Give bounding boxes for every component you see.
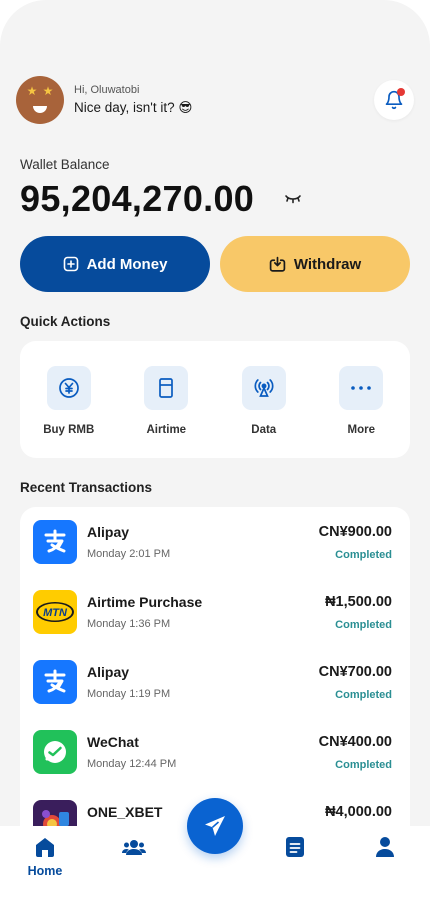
star-eye-icon: ★ [42, 84, 54, 98]
wechat-logo [33, 730, 77, 774]
transaction-name: ONE_XBET [87, 804, 163, 820]
phone-icon [144, 366, 189, 410]
wallet-balance-amount: 95,204,270.00 [20, 178, 255, 219]
quick-actions-card: Buy RMB Airtime Data More [20, 341, 410, 458]
transaction-row[interactable]: MTN Airtime Purchase Monday 1:36 PM ₦1,5… [20, 590, 410, 646]
greeting-message: Nice day, isn't it? 😎 [74, 100, 193, 115]
avatar[interactable]: ★ ★ [16, 76, 64, 124]
send-icon [205, 816, 225, 836]
nav-profile[interactable] [355, 836, 415, 858]
transaction-time: Monday 12:44 PM [87, 758, 177, 770]
quick-action-airtime[interactable]: Airtime [126, 366, 206, 436]
quick-action-label: Buy RMB [43, 424, 95, 436]
nav-home-label: Home [27, 864, 63, 878]
transaction-amount: ₦4,000.00 [325, 804, 392, 820]
transaction-time: Monday 2:01 PM [87, 548, 171, 560]
notification-badge [397, 88, 405, 96]
transaction-name: Alipay [87, 664, 130, 680]
nav-home[interactable]: Home [15, 836, 75, 878]
transaction-name: Alipay [87, 524, 130, 540]
transaction-row[interactable]: Alipay Monday 1:19 PM CN¥700.00 Complete… [20, 660, 410, 716]
hide-balance-icon[interactable] [284, 193, 302, 205]
quick-action-more[interactable]: More [321, 366, 401, 436]
quick-action-data[interactable]: Data [224, 366, 304, 436]
transaction-amount: ₦1,500.00 [325, 594, 392, 610]
transaction-status: Completed [335, 619, 392, 631]
document-icon [286, 837, 304, 857]
quick-action-label: More [347, 424, 375, 436]
transaction-time: Monday 1:36 PM [87, 618, 171, 630]
transaction-time: Monday 1:19 PM [87, 688, 171, 700]
recent-transactions-title: Recent Transactions [20, 480, 153, 495]
transaction-name: Airtime Purchase [87, 594, 203, 610]
more-dots-icon [339, 366, 384, 410]
quick-action-buy-rmb[interactable]: Buy RMB [29, 366, 109, 436]
quick-action-label: Data [251, 424, 277, 436]
download-icon [269, 256, 286, 272]
star-eye-icon: ★ [26, 84, 38, 98]
mtn-logo-text: MTN [43, 607, 68, 619]
transaction-row[interactable]: WeChat Monday 12:44 PM CN¥400.00 Complet… [20, 730, 410, 786]
nav-community[interactable] [104, 836, 164, 858]
transaction-amount: CN¥700.00 [318, 664, 392, 680]
avatar-mouth [33, 106, 47, 113]
transaction-status: Completed [335, 549, 392, 561]
notifications-button[interactable] [374, 80, 414, 120]
users-icon [122, 840, 146, 855]
transaction-status: Completed [335, 689, 392, 701]
transaction-row[interactable]: Alipay Monday 2:01 PM CN¥900.00 Complete… [20, 520, 410, 576]
transaction-amount: CN¥900.00 [318, 524, 392, 540]
yuan-coin-icon [46, 366, 91, 410]
add-money-label: Add Money [86, 255, 168, 273]
withdraw-button[interactable]: Withdraw [220, 236, 410, 292]
add-money-button[interactable]: Add Money [20, 236, 210, 292]
home-icon [36, 838, 54, 857]
transaction-name: WeChat [87, 734, 139, 750]
signal-tower-icon [241, 366, 286, 410]
greeting: Hi, Oluwatobi Nice day, isn't it? 😎 [74, 84, 192, 116]
app-screen: ★ ★ Hi, Oluwatobi Nice day, isn't it? 😎 … [0, 0, 430, 900]
add-icon [63, 256, 78, 272]
quick-action-label: Airtime [146, 424, 187, 436]
transaction-status: Completed [335, 759, 392, 771]
nav-history[interactable] [265, 836, 325, 858]
user-icon [376, 837, 394, 857]
transaction-amount: CN¥400.00 [318, 734, 392, 750]
wallet-balance-label: Wallet Balance [20, 157, 110, 172]
alipay-logo [33, 520, 77, 564]
withdraw-label: Withdraw [293, 255, 362, 273]
alipay-logo [33, 660, 77, 704]
greeting-name: Hi, Oluwatobi [74, 84, 140, 96]
mtn-logo: MTN [33, 590, 77, 634]
send-button[interactable] [187, 798, 243, 854]
transactions-card: Alipay Monday 2:01 PM CN¥900.00 Complete… [20, 507, 410, 837]
quick-actions-title: Quick Actions [20, 314, 111, 329]
header: ★ ★ Hi, Oluwatobi Nice day, isn't it? 😎 [16, 75, 414, 125]
